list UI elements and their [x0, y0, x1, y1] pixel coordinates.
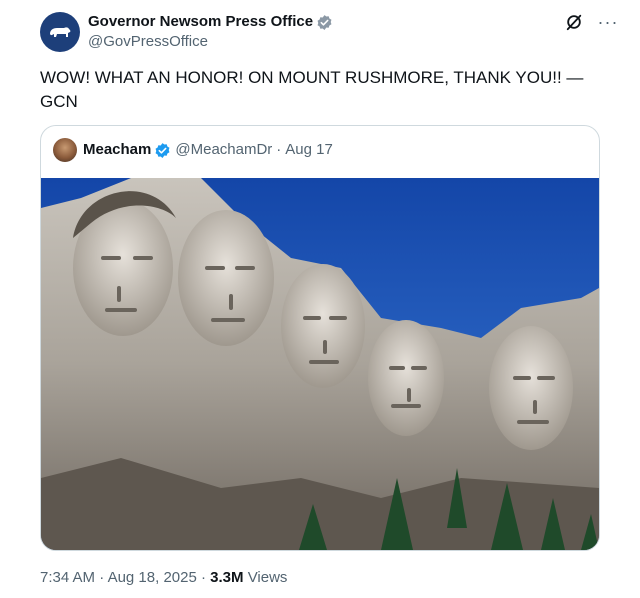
author-info: Governor Newsom Press Office @GovPressOf… [88, 12, 333, 52]
grok-icon[interactable] [564, 12, 584, 32]
quoted-tweet-card[interactable]: Meacham @MeachamDr · Aug 17 [40, 125, 600, 551]
bear-icon [50, 27, 71, 37]
tweet-actions-top: ··· [564, 12, 618, 32]
quoted-author-handle[interactable]: @MeachamDr [175, 140, 272, 160]
carved-head-3 [281, 264, 365, 388]
quoted-author-avatar[interactable] [53, 138, 77, 162]
carved-head-5 [489, 326, 573, 450]
author-handle[interactable]: @GovPressOffice [88, 32, 333, 52]
author-name[interactable]: Governor Newsom Press Office [88, 12, 313, 32]
author-name-row: Governor Newsom Press Office [88, 12, 333, 32]
mount-rushmore-photo[interactable] [41, 178, 599, 550]
quoted-tweet-date[interactable]: Aug 17 [285, 140, 333, 160]
more-icon[interactable]: ··· [598, 12, 618, 32]
views-count[interactable]: 3.3M [210, 569, 243, 586]
quoted-separator: · [276, 141, 282, 158]
grok-glyph [566, 14, 582, 31]
quoted-author-name[interactable]: Meacham [83, 140, 151, 160]
tweet-time[interactable]: 7:34 AM [40, 569, 95, 586]
tweet-date[interactable]: Aug 18, 2025 [108, 569, 197, 586]
footer-separator: · [99, 569, 105, 586]
author-avatar[interactable] [40, 12, 80, 52]
tweet-footer: 7:34 AM · Aug 18, 2025 · 3.3M Views [40, 568, 287, 588]
carved-head-4 [368, 320, 444, 436]
quoted-tweet-header: Meacham @MeachamDr · Aug 17 [53, 138, 333, 162]
tweet-text: WOW! WHAT AN HONOR! ON MOUNT RUSHMORE, T… [40, 68, 584, 111]
views-label: Views [247, 569, 288, 586]
verified-badge-icon [155, 142, 170, 158]
footer-separator: · [200, 569, 206, 586]
tweet: Governor Newsom Press Office @GovPressOf… [0, 0, 640, 598]
carved-head-2 [178, 210, 274, 346]
verified-badge-icon [317, 14, 332, 30]
